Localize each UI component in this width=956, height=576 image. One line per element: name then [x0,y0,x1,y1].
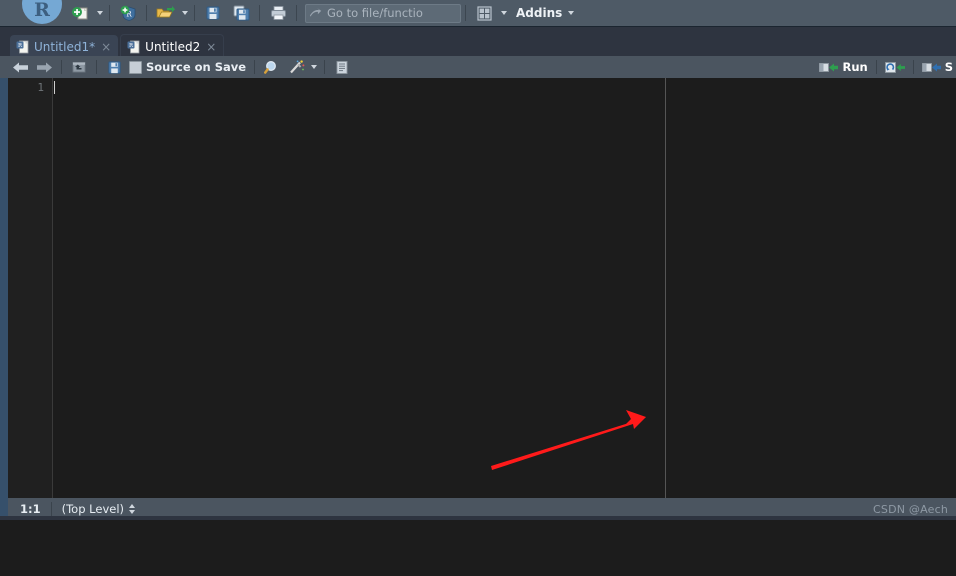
tab-untitled2[interactable]: R Untitled2 × [120,34,225,58]
source-on-save-checkbox[interactable]: Source on Save [127,58,248,76]
rerun-icon [884,61,905,73]
editor-toolbar-separator [61,60,62,74]
rerun-button[interactable] [883,58,907,76]
checkbox-icon [129,60,142,74]
back-button[interactable] [9,58,31,76]
chevron-updown-icon [129,504,136,514]
workspace-panes-button[interactable] [471,2,497,24]
toolbar-separator [146,5,147,21]
scope-selector[interactable]: (Top Level) [52,502,136,516]
new-file-dropdown-caret[interactable] [97,11,103,15]
main-toolbar: R R Go to file/functio Addins [0,0,956,26]
open-file-button[interactable] [152,2,178,24]
new-file-button[interactable] [67,2,93,24]
document-tab-bar: R Untitled1* × R Untitled2 × [0,26,956,58]
addins-dropdown-caret[interactable] [568,11,575,15]
goto-file-function-placeholder: Go to file/functio [327,6,423,20]
source-icon [921,62,941,72]
tab-label: Untitled2 [145,39,201,54]
rstudio-logo: R [22,0,62,24]
popout-window-icon [72,62,86,73]
line-number-gutter: 1 [8,78,52,498]
back-arrow-icon [12,62,28,72]
run-icon [819,62,839,72]
run-button[interactable]: Run [817,58,869,76]
toolbar-separator [259,5,260,21]
save-button[interactable] [200,2,226,24]
save-icon [107,60,121,74]
editor-left-strip [0,78,8,498]
code-tools-dropdown-caret[interactable] [311,65,318,69]
addins-button[interactable]: Addins [510,2,564,24]
code-editor[interactable]: 1 [0,78,956,498]
code-tools-button[interactable] [285,58,307,76]
magnifier-icon [264,60,277,74]
editor-toolbar-separator [96,60,97,74]
tab-label: Untitled1* [34,39,96,54]
main-toolbar-items: R Go to file/functio Addins [66,0,576,26]
source-button[interactable]: S [920,58,955,76]
rstudio-logo-letter: R [34,0,50,21]
show-in-new-window-button[interactable] [68,58,90,76]
editor-toolbar-separator [912,60,914,74]
compile-report-button[interactable] [331,58,353,76]
open-folder-icon [156,5,175,17]
editor-toolbar-right: Run S [816,58,956,76]
print-icon [270,6,286,20]
document-lines-icon [336,60,348,74]
editor-toolbar-separator [875,60,877,74]
cursor-position: 1:1 [20,502,41,516]
editor-toolbar-separator [324,60,326,74]
scope-label: (Top Level) [61,502,125,516]
print-button[interactable] [265,2,291,24]
addins-label: Addins [516,6,563,20]
toolbar-separator [194,5,195,21]
grid-panes-icon [476,5,492,21]
tab-untitled1[interactable]: R Untitled1* × [10,35,119,58]
text-cursor [54,81,55,94]
editor-toolbar: Source on Save Run S [0,56,956,78]
save-all-button[interactable] [228,2,254,24]
forward-arrow-icon [36,62,52,72]
r-document-icon: R [16,40,29,53]
find-replace-button[interactable] [261,58,283,76]
new-file-icon [71,6,87,19]
editor-toolbar-separator [254,60,256,74]
run-label: Run [842,60,868,74]
forward-button[interactable] [33,58,55,76]
editor-toolbar-left: Source on Save [0,58,354,76]
goto-arrow-icon [310,7,322,17]
save-all-icon [233,5,249,21]
tab-close-icon[interactable]: × [206,41,216,53]
line-number: 1 [37,81,44,94]
new-project-icon: R [120,5,135,21]
source-on-save-label: Source on Save [146,60,247,74]
source-label: S [944,60,953,74]
window-bottom-strip [0,516,956,520]
r-document-icon: R [127,40,140,53]
goto-file-function-field[interactable]: Go to file/functio [305,3,461,23]
save-icon [206,6,220,20]
new-project-button[interactable]: R [115,2,141,24]
open-file-dropdown-caret[interactable] [182,11,188,15]
code-text-area[interactable] [53,78,956,498]
toolbar-separator [465,5,466,21]
watermark: CSDN @Aech [873,502,948,516]
tab-close-icon[interactable]: × [101,41,111,53]
toolbar-separator [109,5,110,21]
toolbar-separator [296,5,297,21]
document-tabs: R Untitled1* × R Untitled2 × [0,27,956,58]
save-document-button[interactable] [103,58,125,76]
magic-wand-icon [289,59,304,73]
workspace-panes-dropdown-caret[interactable] [501,11,507,15]
margin-column-guide [665,78,666,498]
rstudio-window: R R Go to file/functio Addins R Untitled… [0,0,956,520]
